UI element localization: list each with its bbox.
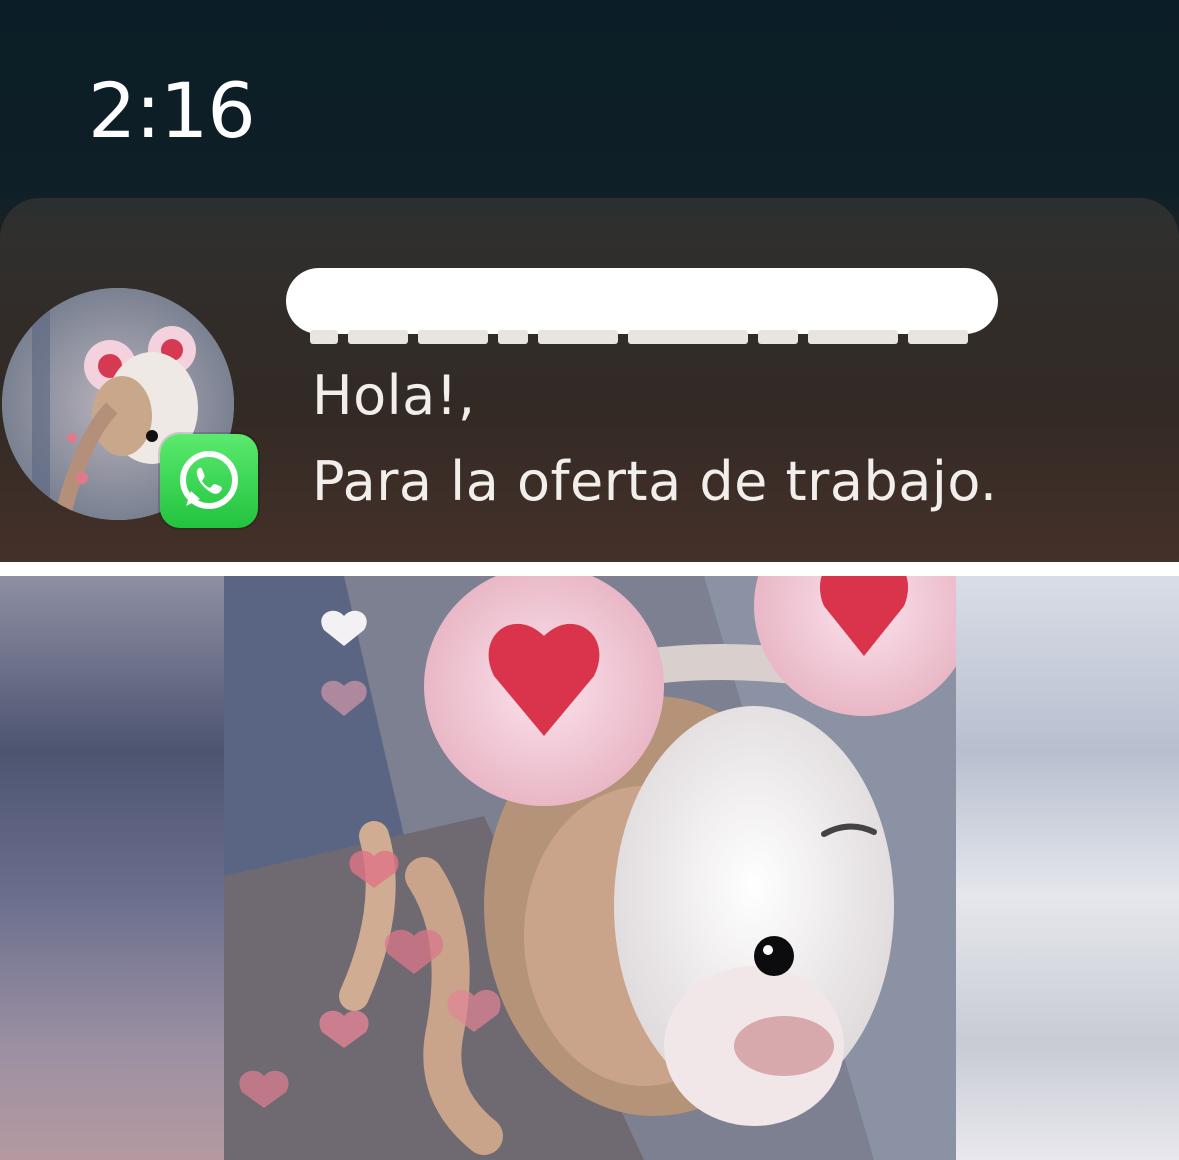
- profile-photo-view: [0, 576, 1179, 1160]
- message-line-2: Para la oferta de trabajo.: [312, 450, 998, 513]
- whatsapp-icon: [160, 434, 258, 528]
- screenshot-composite: 2:16 Hola!, Para la oferta de trabajo.: [0, 0, 1179, 1160]
- sender-name-redaction-edge: [310, 330, 980, 344]
- blurred-background-right: [956, 576, 1179, 1160]
- clock-time: 2:16: [88, 66, 256, 155]
- profile-photo: [224, 576, 956, 1160]
- sender-name-redacted: [286, 268, 998, 334]
- blurred-background-left: [0, 576, 224, 1160]
- message-line-1: Hola!,: [312, 364, 476, 427]
- panel-divider: [0, 562, 1179, 576]
- lock-screen: 2:16 Hola!, Para la oferta de trabajo.: [0, 0, 1179, 562]
